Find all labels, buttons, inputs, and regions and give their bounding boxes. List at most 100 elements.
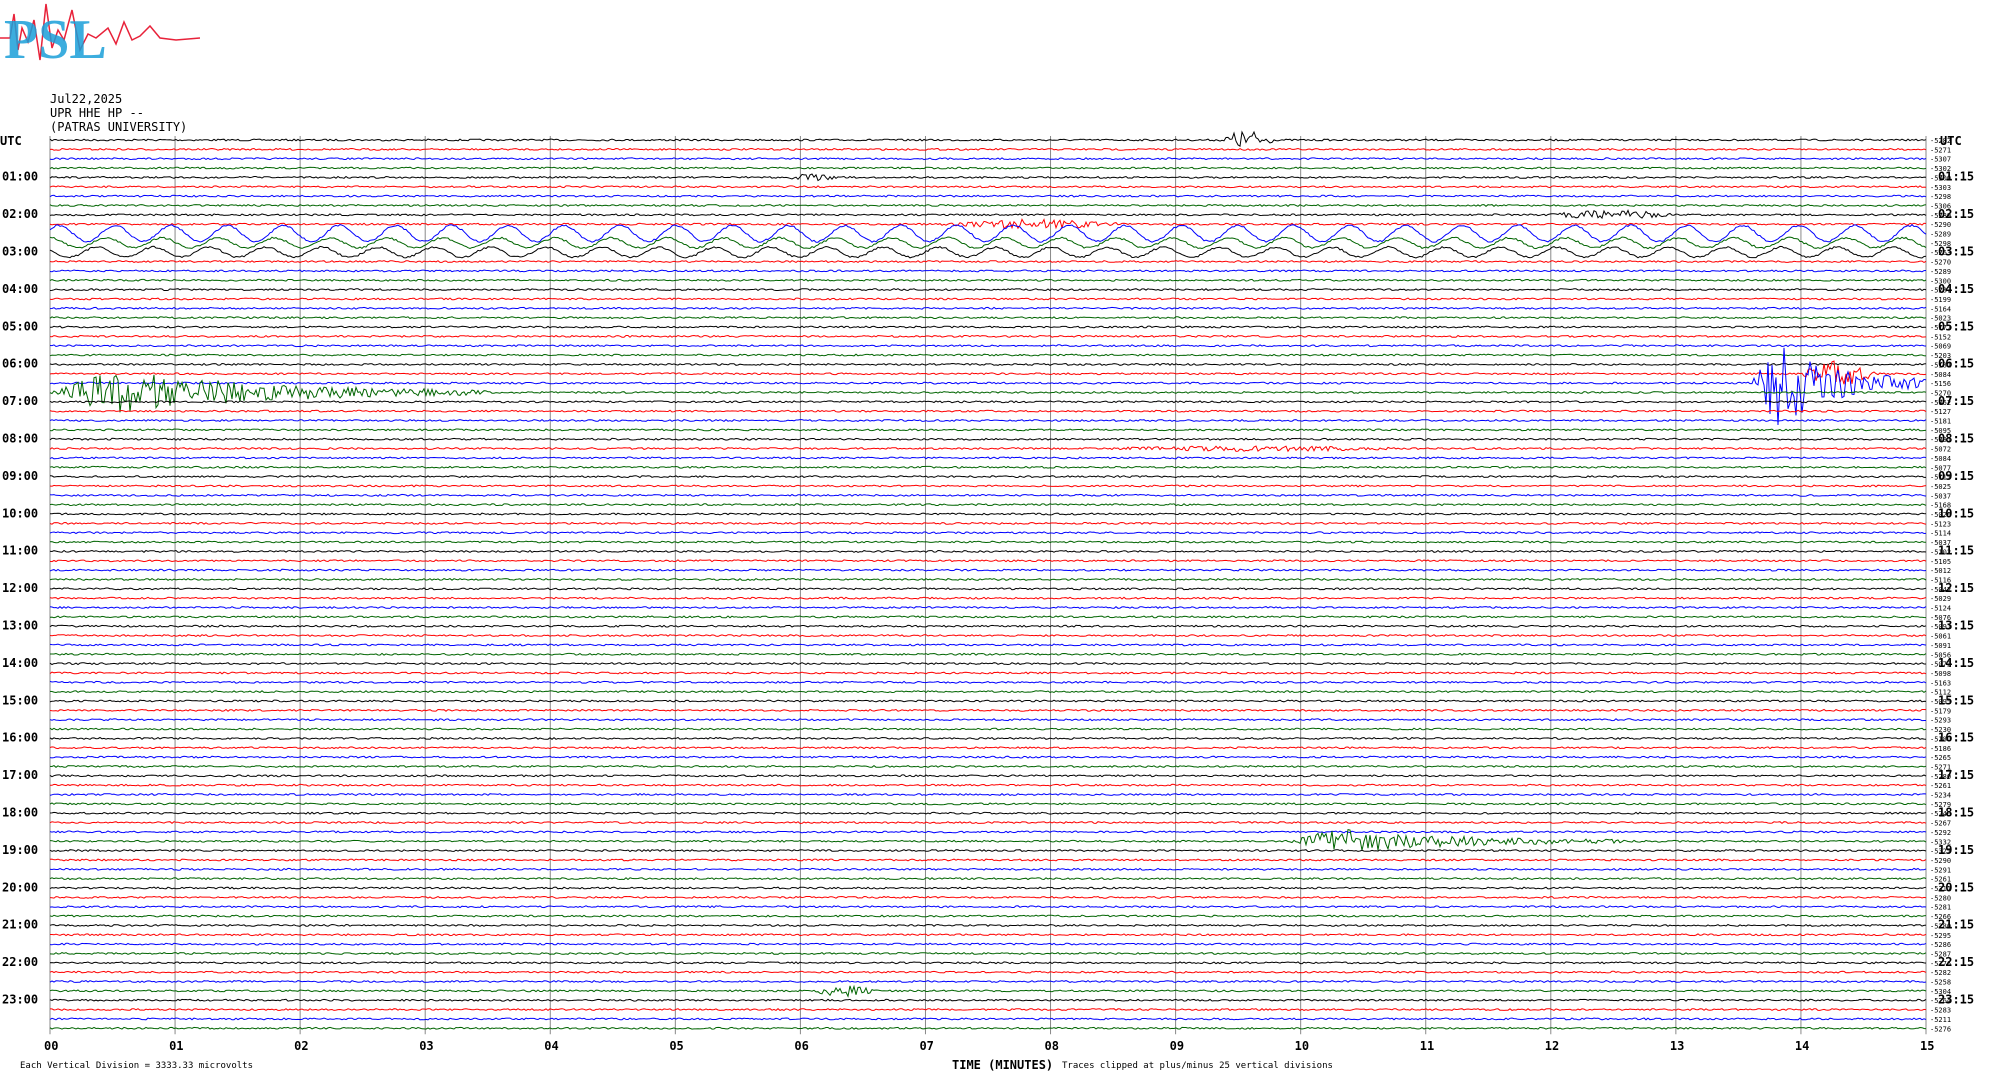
- trace: [49, 1026, 1927, 1030]
- trace: [49, 877, 1927, 881]
- trace: [49, 288, 1927, 292]
- trace: [49, 727, 1927, 731]
- clip-note: Traces clipped at plus/minus 25 vertical…: [1062, 1061, 1333, 1071]
- trace: [49, 362, 1927, 366]
- trace-offset-label: -5290: [1930, 221, 1951, 229]
- trace: [49, 445, 1927, 453]
- trace: [49, 475, 1926, 479]
- trace: [49, 671, 1927, 675]
- logo-letters: PSL: [4, 9, 107, 68]
- hour-label-right: 07:15: [1938, 394, 1974, 408]
- trace-offset-label: -5298: [1930, 193, 1951, 201]
- trace-offset-label: -5282: [1930, 969, 1951, 977]
- trace-offset-label: -5283: [1930, 1007, 1951, 1015]
- x-tick-label: 01: [169, 1039, 183, 1053]
- trace: [49, 531, 1927, 535]
- trace: [49, 316, 1927, 320]
- hour-label-right: 12:15: [1938, 581, 1974, 595]
- hour-label-left: 18:00: [2, 806, 38, 820]
- x-tick-label: 02: [294, 1039, 308, 1053]
- trace: [49, 792, 1927, 797]
- trace-offset-label: -5072: [1930, 446, 1951, 454]
- helicorder-plot: 00 01 02 03 04 05 06 07 08 09 10 11 12 13 14 15 -5282 -52…: [2, 130, 1974, 1053]
- hour-label-left: 22:00: [2, 955, 38, 969]
- trace: [49, 587, 1927, 591]
- trace-offset-label: -5084: [1930, 455, 1951, 463]
- trace-offset-label: -5292: [1930, 829, 1951, 837]
- trace-offset-label: -5123: [1930, 520, 1951, 528]
- trace-offset-label: -5289: [1930, 231, 1951, 239]
- trace-offset-label: -5114: [1930, 530, 1951, 538]
- trace: [49, 418, 1927, 423]
- trace: [49, 297, 1927, 301]
- trace-offset-label: -5280: [1930, 894, 1951, 902]
- trace: [49, 662, 1926, 666]
- trace: [49, 456, 1927, 460]
- x-tick-label: 15: [1920, 1039, 1934, 1053]
- trace-offset-label: -5276: [1930, 1025, 1951, 1033]
- x-tick-label: 13: [1670, 1039, 1684, 1053]
- trace: [49, 409, 1927, 413]
- trace: [49, 774, 1927, 778]
- x-tick-label: 06: [794, 1039, 808, 1053]
- trace-offset-label: -5289: [1930, 268, 1951, 276]
- trace: [49, 194, 1927, 198]
- logo: PSL: [0, 0, 201, 71]
- hour-label-right: 05:15: [1938, 319, 1974, 333]
- x-axis-title: TIME (MINUTES): [952, 1058, 1054, 1072]
- trace-offset-label: -5029: [1930, 595, 1951, 603]
- trace-offset-label: -5152: [1930, 333, 1951, 341]
- trace: [49, 130, 1927, 148]
- trace: [49, 811, 1927, 815]
- trace: [49, 173, 1927, 182]
- trace: [49, 867, 1927, 871]
- trace: [50, 933, 1927, 937]
- trace: [49, 970, 1927, 974]
- hour-label-left: 23:00: [2, 993, 38, 1007]
- trace: [49, 493, 1927, 497]
- trace: [49, 680, 1927, 684]
- trace: [49, 764, 1927, 768]
- trace: [49, 914, 1927, 918]
- x-tick-label: 11: [1420, 1039, 1434, 1053]
- trace: [49, 224, 1927, 243]
- trace-offset-label: -5186: [1930, 745, 1951, 753]
- hour-label-left: 04:00: [2, 282, 38, 296]
- trace-offset-label: -5179: [1930, 707, 1951, 715]
- trace-offset-label: -5286: [1930, 941, 1951, 949]
- trace: [49, 278, 1927, 282]
- trace-offset-label: -5084: [1930, 371, 1951, 379]
- hour-label-left: 12:00: [2, 581, 38, 595]
- trace-offset-label: -5261: [1930, 782, 1951, 790]
- hour-label-right: 08:15: [1938, 432, 1974, 446]
- trace: [49, 605, 1927, 610]
- trace: [49, 549, 1927, 553]
- x-tick-label: 14: [1795, 1039, 1809, 1053]
- trace: [49, 886, 1927, 890]
- trace: [49, 596, 1927, 600]
- trace: [49, 708, 1927, 712]
- hour-label-right: 17:15: [1938, 768, 1974, 782]
- hour-label-left: 02:00: [2, 207, 38, 221]
- trace-offset-label: -5061: [1930, 633, 1951, 641]
- hour-label-right: 06:15: [1938, 357, 1974, 371]
- trace-offset-label: -5295: [1930, 932, 1951, 940]
- trace-offset-label: -5124: [1930, 605, 1951, 613]
- scale-note: Each Vertical Division = 3333.33 microvo…: [20, 1061, 253, 1071]
- trace: [49, 624, 1927, 628]
- trace-offset-label: -5199: [1930, 296, 1951, 304]
- x-tick-label: 04: [544, 1039, 558, 1053]
- trace: [49, 1017, 1927, 1021]
- trace: [49, 961, 1927, 965]
- psl-logo-mark: PSL: [0, 3, 201, 71]
- trace: [49, 858, 1927, 862]
- x-tick-label: 05: [669, 1039, 683, 1053]
- trace-offset-label: -5091: [1930, 642, 1951, 650]
- x-tick-label: 07: [919, 1039, 933, 1053]
- trace: [49, 353, 1927, 357]
- trace-offset-label: -5293: [1930, 717, 1951, 725]
- hour-label-left: 08:00: [2, 432, 38, 446]
- trace: [49, 923, 1927, 927]
- hour-label-left: 10:00: [2, 506, 38, 520]
- trace: [49, 306, 1927, 310]
